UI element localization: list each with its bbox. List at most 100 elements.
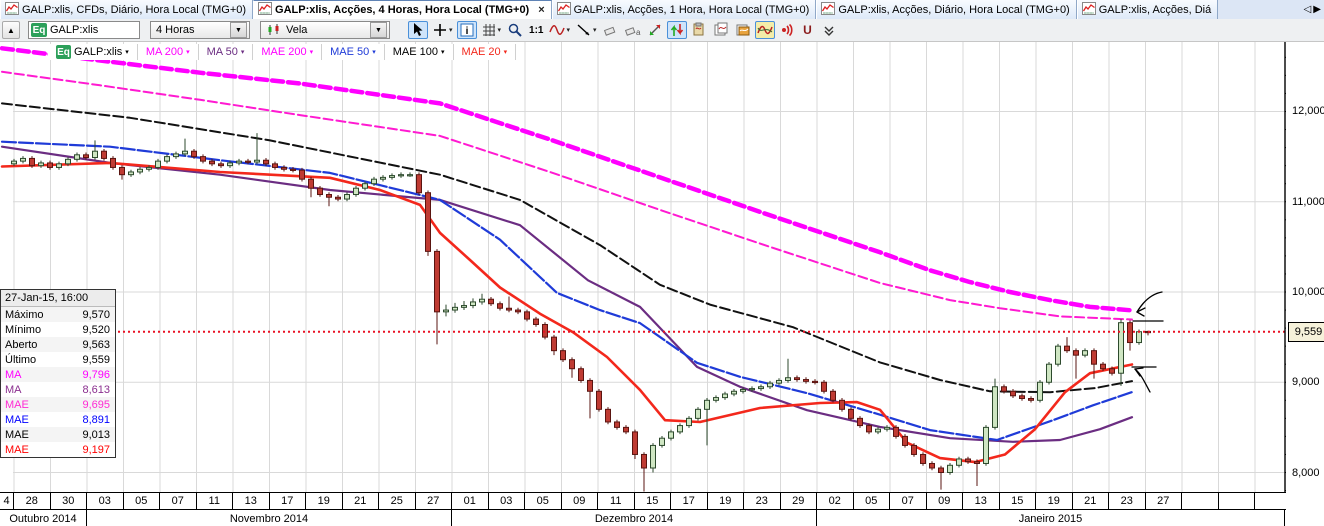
eraser-all-tool-button[interactable]: a xyxy=(623,21,643,39)
legend-item-label: MA 200 xyxy=(145,46,184,58)
x-tick-label: 21 xyxy=(342,493,379,510)
sync-icon xyxy=(669,22,685,38)
info-row-value: 9,013 xyxy=(82,428,110,441)
x-tick-label: 05 xyxy=(853,493,890,510)
candle xyxy=(551,334,557,356)
x-tick-label: 07 xyxy=(160,493,197,510)
chart-legend: Eq GALP:xlis ▾ MA 200 ▾ MA 50 ▾ MAE 200 ▾ MAE 50 ▾… xyxy=(48,44,517,60)
info-row-value: 9,520 xyxy=(82,323,110,336)
tab-close-icon[interactable]: × xyxy=(538,4,544,16)
info-row-value: 9,796 xyxy=(82,368,110,381)
chevron-down-icon: ▼ xyxy=(230,22,247,38)
hand-arrow-lower xyxy=(1131,366,1157,393)
candle xyxy=(1082,348,1088,358)
x-tick-label: 13 xyxy=(233,493,270,510)
timeframe-select[interactable]: 4 Horas ▼ xyxy=(150,21,250,39)
info-row-label: Aberto xyxy=(5,338,38,351)
fit-tool-button[interactable] xyxy=(645,21,665,39)
overflow-icon xyxy=(821,22,837,38)
tab-1[interactable]: GALP:xlis, CFDs, Diário, Hora Local (TMG… xyxy=(0,0,254,19)
collapse-panel-button[interactable]: ▲ xyxy=(2,21,20,39)
one-to-one-button[interactable]: 1:1 xyxy=(527,21,545,39)
candle xyxy=(335,194,341,202)
tab-label: GALP:xlis, Acções, Diário, Hora Local (T… xyxy=(838,3,1070,16)
candle xyxy=(470,298,476,309)
alerts-tool-button[interactable] xyxy=(777,21,797,39)
more-tools-button[interactable] xyxy=(819,21,839,39)
wave-icon xyxy=(549,22,566,38)
chevron-down-icon: ▾ xyxy=(566,27,570,34)
candle xyxy=(1127,320,1133,351)
info-tool-button[interactable]: i xyxy=(456,21,477,39)
tab-scroll-right-icon[interactable]: ▶ xyxy=(1313,4,1321,15)
legend-item-mae-200[interactable]: MAE 200 ▾ xyxy=(253,44,323,60)
candle xyxy=(569,357,575,378)
copy-chart-3-button[interactable] xyxy=(733,21,753,39)
legend-item-ma-50[interactable]: MA 50 ▾ xyxy=(198,44,254,60)
tab-label: GALP:xlis, Acções, Diá xyxy=(1098,3,1212,16)
tab-4[interactable]: GALP:xlis, Acções, Diário, Hora Local (T… xyxy=(816,0,1077,19)
chevron-down-icon: ▼ xyxy=(370,22,387,38)
chart-type-select[interactable]: Vela ▼ xyxy=(260,21,390,39)
pointer-tool-button[interactable] xyxy=(408,21,428,39)
x-tick-label: 4 xyxy=(0,493,14,510)
legend-item-label: MAE 20 xyxy=(461,46,501,58)
candle xyxy=(326,192,332,207)
legend-item-label: MAE 50 xyxy=(330,46,370,58)
equity-badge-icon: Eq xyxy=(31,23,47,37)
candle xyxy=(218,161,224,168)
copy-chart-1-button[interactable] xyxy=(689,21,709,39)
candle xyxy=(1010,389,1016,399)
tab-scroll-left-icon[interactable]: ◁ xyxy=(1304,4,1312,15)
tab-3[interactable]: GALP:xlis, Acções, 1 Hora, Hora Local (T… xyxy=(551,0,817,19)
eraser-tool-button[interactable] xyxy=(601,21,621,39)
x-axis-months: Outubro 2014 Novembro 2014 Dezembro 2014 Ja… xyxy=(0,510,1286,526)
overlay-tool-button[interactable] xyxy=(754,21,775,39)
candle xyxy=(407,172,413,177)
crosshair-tool-button[interactable]: ▾ xyxy=(430,21,455,39)
candle xyxy=(1064,337,1070,353)
candle xyxy=(110,156,116,170)
candle xyxy=(182,138,188,157)
legend-item-mae-100[interactable]: MAE 100 ▾ xyxy=(384,44,454,60)
chevron-down-icon: ▾ xyxy=(240,49,245,56)
y-tick-label: 11,000 xyxy=(1292,195,1324,208)
tab-5[interactable]: GALP:xlis, Acções, Diá xyxy=(1076,0,1219,19)
trendline-tool-button[interactable]: ▾ xyxy=(574,21,599,39)
candle xyxy=(137,167,143,175)
tab-2[interactable]: GALP:xlis, Acções, 4 Horas, Hora Local (… xyxy=(253,0,552,19)
legend-symbol[interactable]: Eq GALP:xlis ▾ xyxy=(48,44,138,60)
tab-bar: GALP:xlis, CFDs, Diário, Hora Local (TMG… xyxy=(0,0,1324,20)
candle xyxy=(506,296,512,313)
candle xyxy=(983,425,989,466)
chevron-down-icon: ▾ xyxy=(593,27,597,34)
indicator-tool-button[interactable]: ▾ xyxy=(547,21,572,39)
x-tick-empty xyxy=(1182,493,1219,510)
info-row-value: 9,559 xyxy=(82,353,110,366)
x-tick-label: 05 xyxy=(123,493,160,510)
x-tick-label: 13 xyxy=(963,493,1000,510)
candle xyxy=(875,426,881,435)
legend-item-mae-20[interactable]: MAE 20 ▾ xyxy=(453,44,517,60)
line-icon xyxy=(576,22,592,38)
candle xyxy=(74,152,80,162)
grid-tool-button[interactable]: ▾ xyxy=(479,21,504,39)
symbol-input[interactable]: Eq GALP:xlis xyxy=(28,21,140,39)
zoom-tool-button[interactable] xyxy=(505,21,525,39)
magnet-tool-button[interactable]: U xyxy=(799,21,817,39)
x-tick-label: 17 xyxy=(671,493,708,510)
x-tick-empty xyxy=(1255,493,1286,510)
paste2-icon xyxy=(713,22,729,38)
chart-canvas[interactable] xyxy=(0,42,1324,526)
legend-item-ma-200[interactable]: MA 200 ▾ xyxy=(137,44,199,60)
svg-text:a: a xyxy=(636,28,641,37)
copy-chart-2-button[interactable] xyxy=(711,21,731,39)
candle xyxy=(47,160,53,170)
candle xyxy=(434,249,440,345)
y-tick-label: 9,000 xyxy=(1292,376,1320,389)
tab-label: GALP:xlis, CFDs, Diário, Hora Local (TMG… xyxy=(22,3,247,16)
autoscale-tool-button[interactable] xyxy=(666,21,687,39)
candle xyxy=(497,301,503,311)
legend-item-mae-50[interactable]: MAE 50 ▾ xyxy=(322,44,385,60)
x-tick-label: 05 xyxy=(525,493,562,510)
